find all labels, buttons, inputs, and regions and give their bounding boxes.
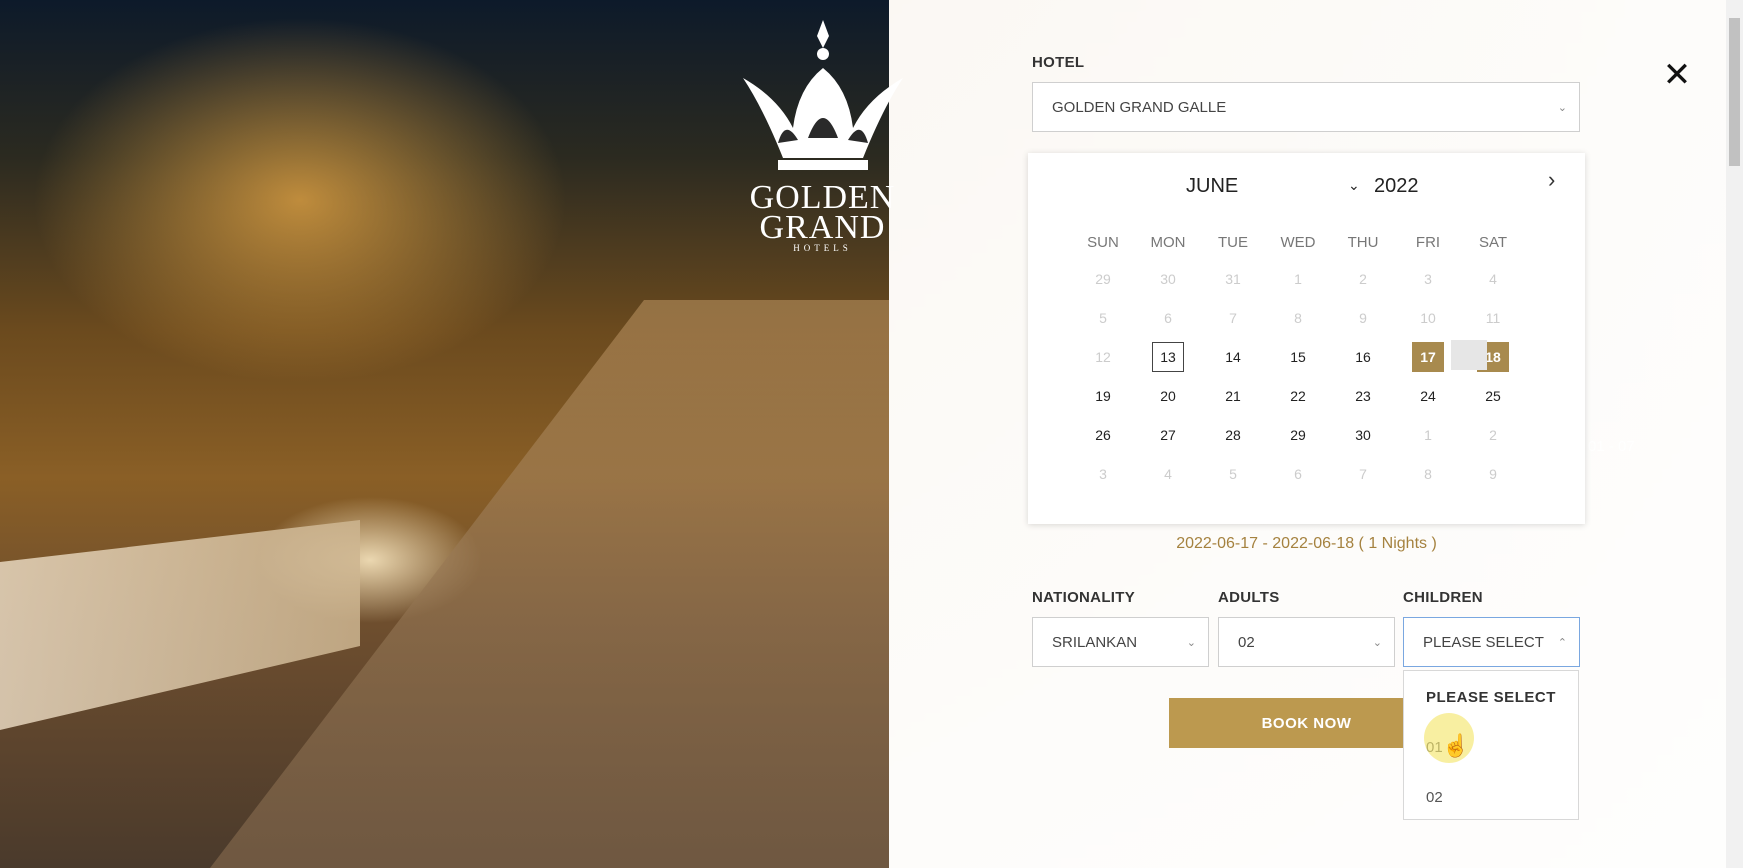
hotel-select-value: GOLDEN GRAND GALLE xyxy=(1052,98,1227,116)
children-select-value: PLEASE SELECT xyxy=(1423,633,1544,651)
weekday-header: SAT xyxy=(1478,234,1508,251)
calendar-day: 10 xyxy=(1420,310,1436,326)
calendar-day[interactable]: 21 xyxy=(1217,381,1249,411)
chevron-up-icon: ⌃ xyxy=(1557,637,1567,649)
calendar-day: 4 xyxy=(1164,466,1172,482)
weekday-header: SUN xyxy=(1087,234,1119,251)
children-label: CHILDREN xyxy=(1403,589,1483,606)
calendar-day: 5 xyxy=(1099,310,1107,326)
nationality-select-value: SRILANKAN xyxy=(1052,633,1138,651)
chevron-down-icon: ⌄ xyxy=(1557,102,1567,114)
calendar-day: 30 xyxy=(1160,271,1176,287)
calendar-day[interactable]: 26 xyxy=(1087,420,1119,450)
calendar-day: 31 xyxy=(1225,271,1241,287)
calendar-day: 9 xyxy=(1489,466,1497,482)
calendar-day[interactable]: 14 xyxy=(1217,342,1249,372)
hotel-label: HOTEL xyxy=(1032,54,1085,71)
weekday-header: MON xyxy=(1150,234,1186,251)
calendar-day[interactable]: 29 xyxy=(1282,420,1314,450)
calendar-day: 9 xyxy=(1359,310,1367,326)
date-picker: JUNE ⌄ 2022 › SUN MON TUE WED THU FRI SAT 29 30 3… xyxy=(1028,153,1585,524)
children-select[interactable]: PLEASE SELECT ⌃ xyxy=(1403,617,1580,667)
calendar-day[interactable]: 25 xyxy=(1477,381,1509,411)
weekday-header: THU xyxy=(1347,234,1379,251)
month-select[interactable]: JUNE xyxy=(1186,175,1238,198)
calendar-day-selected[interactable]: 17 xyxy=(1412,342,1444,372)
adults-label: ADULTS xyxy=(1218,589,1280,606)
calendar-day: 8 xyxy=(1294,310,1302,326)
calendar-day: 29 xyxy=(1095,271,1111,287)
weekday-header: WED xyxy=(1280,234,1316,251)
calendar-day[interactable]: 28 xyxy=(1217,420,1249,450)
calendar-day[interactable]: 24 xyxy=(1412,381,1444,411)
close-button[interactable]: ✕ xyxy=(1660,58,1694,92)
calendar-day[interactable]: 30 xyxy=(1347,420,1379,450)
calendar-day: 5 xyxy=(1229,466,1237,482)
chevron-down-icon[interactable]: ⌄ xyxy=(1348,177,1360,194)
logo-text-grand: GRAND xyxy=(759,209,886,246)
scrollbar[interactable] xyxy=(1726,0,1743,868)
date-range-highlight xyxy=(1451,340,1487,370)
scrollbar-thumb[interactable] xyxy=(1729,18,1740,166)
calendar-day: 3 xyxy=(1424,271,1432,287)
calendar-day: 12 xyxy=(1095,349,1111,365)
calendar-day: 2 xyxy=(1489,427,1497,443)
adults-select[interactable]: 02 ⌄ xyxy=(1218,617,1395,667)
close-icon: ✕ xyxy=(1662,56,1692,94)
calendar-day: 1 xyxy=(1424,427,1432,443)
hand-cursor-icon: ☝ xyxy=(1442,733,1470,758)
chevron-down-icon: ⌄ xyxy=(1186,637,1196,649)
calendar-day-today[interactable]: 13 xyxy=(1152,342,1184,372)
hotel-select[interactable]: GOLDEN GRAND GALLE ⌄ xyxy=(1032,82,1580,132)
hero-wall xyxy=(0,520,360,730)
chevron-down-icon: ⌄ xyxy=(1372,637,1382,649)
calendar-day[interactable]: 19 xyxy=(1087,381,1119,411)
adults-select-value: 02 xyxy=(1238,633,1255,651)
calendar-day: 7 xyxy=(1359,466,1367,482)
weekday-header: FRI xyxy=(1415,234,1441,251)
calendar-day: 4 xyxy=(1489,271,1497,287)
nationality-label: NATIONALITY xyxy=(1032,589,1136,606)
nationality-select[interactable]: SRILANKAN ⌄ xyxy=(1032,617,1209,667)
weekday-header: TUE xyxy=(1218,234,1248,251)
calendar-day: 8 xyxy=(1424,466,1432,482)
next-month-icon[interactable]: › xyxy=(1548,167,1555,193)
calendar-day[interactable]: 27 xyxy=(1152,420,1184,450)
calendar-day[interactable]: 15 xyxy=(1282,342,1314,372)
calendar-day[interactable]: 16 xyxy=(1347,342,1379,372)
calendar-day[interactable]: 22 xyxy=(1282,381,1314,411)
stay-summary: 2022-06-17 - 2022-06-18 ( 1 Nights ) xyxy=(1176,535,1437,552)
calendar-day[interactable]: 23 xyxy=(1347,381,1379,411)
crown-icon xyxy=(742,20,903,170)
calendar-day: 2 xyxy=(1359,271,1367,287)
calendar-day: 11 xyxy=(1485,310,1501,326)
calendar-day: 3 xyxy=(1099,466,1107,482)
logo-text-hotels: HOTELS xyxy=(793,243,852,253)
calendar-day: 6 xyxy=(1164,310,1172,326)
background-pager-text: 01 - 07 xyxy=(1588,438,1635,455)
calendar-day: 1 xyxy=(1294,271,1302,287)
year-select[interactable]: 2022 xyxy=(1374,175,1419,198)
children-option[interactable]: PLEASE SELECT xyxy=(1426,689,1556,706)
calendar-day: 6 xyxy=(1294,466,1302,482)
calendar-day[interactable]: 20 xyxy=(1152,381,1184,411)
calendar-day: 7 xyxy=(1229,310,1237,326)
brand-logo: GOLDEN GRAND HOTELS xyxy=(720,18,925,278)
children-option[interactable]: 02 xyxy=(1426,789,1443,806)
